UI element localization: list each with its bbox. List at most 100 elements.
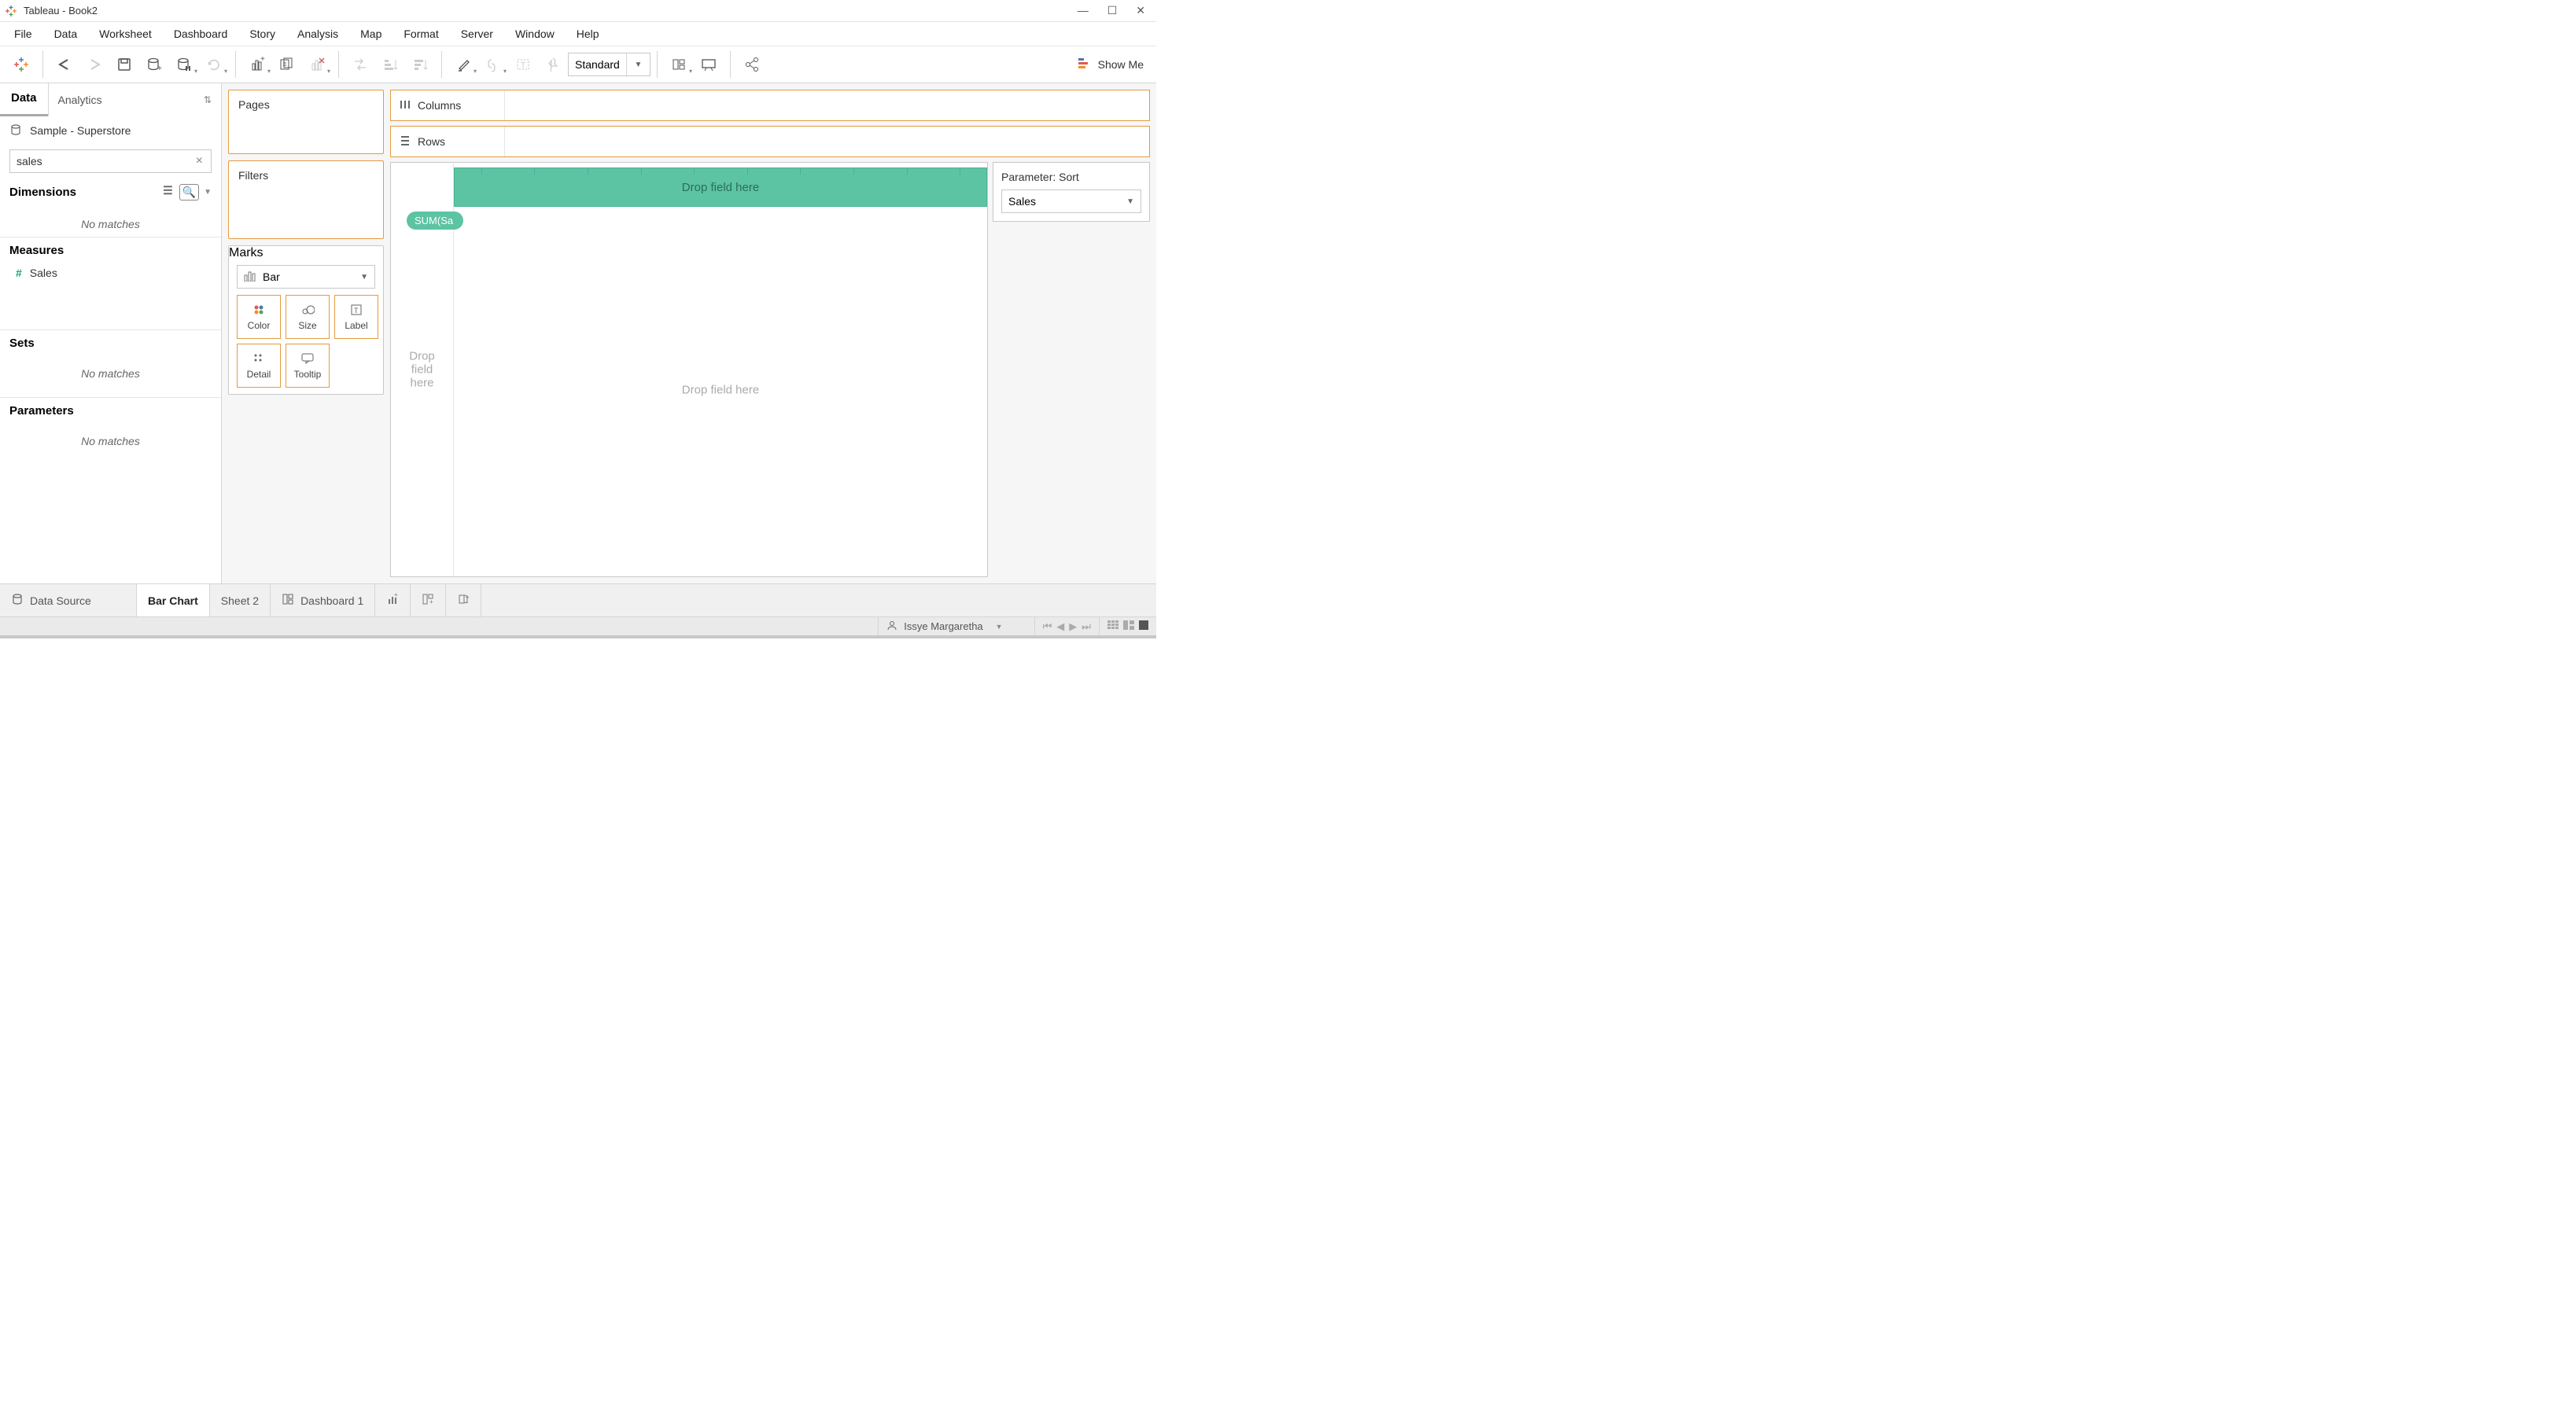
bar-chart-icon	[244, 270, 256, 284]
parameters-empty: No matches	[0, 424, 221, 454]
marks-tooltip[interactable]: Tooltip	[286, 344, 330, 388]
save-button[interactable]	[109, 50, 139, 79]
svg-text:+: +	[394, 593, 398, 598]
user-icon	[886, 620, 897, 633]
sheet-tab-bar-chart[interactable]: Bar Chart	[137, 584, 210, 616]
sort-asc-button[interactable]	[375, 50, 405, 79]
user-menu[interactable]: Issye Margaretha ▼	[878, 617, 1034, 635]
grid-film-icon[interactable]	[1123, 620, 1134, 632]
number-icon: #	[16, 267, 22, 279]
pin-button[interactable]	[538, 50, 568, 79]
menu-help[interactable]: Help	[566, 24, 610, 43]
svg-text:+: +	[466, 594, 470, 601]
menu-analysis[interactable]: Analysis	[286, 24, 349, 43]
view-canvas[interactable]: Drop field here Drop field here SUM(Sa D…	[390, 162, 988, 577]
cards-button[interactable]: ▾	[664, 50, 694, 79]
search-input[interactable]	[17, 155, 194, 167]
grid-full-icon[interactable]	[1139, 620, 1148, 632]
tableau-logo-icon	[5, 5, 17, 17]
swap-button[interactable]	[345, 50, 375, 79]
menu-window[interactable]: Window	[504, 24, 566, 43]
menu-worksheet[interactable]: Worksheet	[88, 24, 163, 43]
tab-data[interactable]: Data	[0, 83, 48, 116]
field-sales[interactable]: # Sales	[0, 263, 221, 282]
measures-header: Measures	[0, 237, 221, 263]
refresh-button[interactable]: ▾	[199, 50, 229, 79]
new-dashboard-tab[interactable]: +	[411, 584, 446, 616]
find-icon[interactable]: 🔍	[179, 184, 199, 201]
share-button[interactable]	[737, 50, 767, 79]
nav-last-icon[interactable]: ⏭	[1082, 620, 1091, 633]
sets-empty: No matches	[0, 356, 221, 386]
new-worksheet-tab[interactable]: +	[375, 584, 411, 616]
mark-type-selector[interactable]: Bar ▼	[237, 265, 375, 289]
data-source-tab[interactable]: Data Source	[0, 584, 137, 616]
dimensions-menu-caret[interactable]: ▼	[199, 188, 212, 197]
column-drop-header[interactable]: Drop field here	[454, 167, 987, 207]
nav-next-icon[interactable]: ▶	[1069, 620, 1077, 633]
menu-story[interactable]: Story	[238, 24, 286, 43]
database-icon	[9, 123, 22, 138]
new-story-tab[interactable]: +	[446, 584, 481, 616]
center-drop-placeholder: Drop field here	[682, 384, 759, 397]
marks-detail[interactable]: Detail	[237, 344, 281, 388]
rows-icon	[399, 134, 411, 149]
row-drop-placeholder: Drop field here	[409, 350, 435, 390]
menu-data[interactable]: Data	[43, 24, 89, 43]
clear-button[interactable]: ▾	[302, 50, 332, 79]
presentation-button[interactable]	[694, 50, 724, 79]
tableau-home-icon[interactable]	[6, 50, 36, 79]
duplicate-button[interactable]	[272, 50, 302, 79]
parameters-header: Parameters	[0, 397, 221, 424]
show-me-button[interactable]: Show Me	[1071, 57, 1150, 72]
nav-first-icon[interactable]: ⏮	[1043, 620, 1052, 633]
svg-text:+: +	[260, 56, 265, 64]
dragging-pill[interactable]: SUM(Sa	[407, 212, 463, 230]
view-list-icon[interactable]: ☰	[163, 184, 173, 201]
close-button[interactable]: ✕	[1136, 4, 1145, 17]
sheet-tab-sheet2[interactable]: Sheet 2	[210, 584, 271, 616]
tab-analytics[interactable]: Analytics⇅	[48, 83, 221, 116]
new-datasource-button[interactable]: +	[139, 50, 169, 79]
menu-server[interactable]: Server	[450, 24, 504, 43]
columns-icon	[399, 98, 411, 113]
menu-map[interactable]: Map	[349, 24, 392, 43]
nav-prev-icon[interactable]: ◀	[1056, 620, 1064, 633]
parameter-selector[interactable]: Sales▼	[1001, 189, 1141, 213]
filters-shelf[interactable]: Filters	[228, 160, 384, 239]
maximize-button[interactable]: ☐	[1107, 4, 1118, 17]
marks-label[interactable]: TLabel	[334, 295, 378, 339]
dimensions-empty: No matches	[0, 207, 221, 237]
group-button[interactable]: ▾	[478, 50, 508, 79]
showme-icon	[1078, 57, 1092, 72]
sets-header: Sets	[0, 329, 221, 356]
database-icon	[11, 593, 24, 608]
fit-selector[interactable]: Standard▼	[568, 53, 650, 76]
dimensions-header: Dimensions ☰ 🔍 ▼	[0, 178, 221, 207]
minimize-button[interactable]: —	[1078, 4, 1089, 17]
menu-file[interactable]: File	[3, 24, 43, 43]
datasource-item[interactable]: Sample - Superstore	[0, 116, 221, 145]
marks-size[interactable]: Size	[286, 295, 330, 339]
highlight-button[interactable]: ▾	[448, 50, 478, 79]
menubar: File Data Worksheet Dashboard Story Anal…	[0, 22, 1156, 46]
marks-color[interactable]: Color	[237, 295, 281, 339]
sort-desc-button[interactable]	[405, 50, 435, 79]
columns-shelf[interactable]: Columns	[390, 90, 1150, 121]
rows-shelf[interactable]: Rows	[390, 126, 1150, 157]
pages-shelf[interactable]: Pages	[228, 90, 384, 154]
new-worksheet-button[interactable]: +▾	[242, 50, 272, 79]
redo-button[interactable]	[79, 50, 109, 79]
menu-format[interactable]: Format	[392, 24, 449, 43]
pause-updates-button[interactable]: ▾	[169, 50, 199, 79]
marks-card: Marks Bar ▼ Color Size TLabel Detail Too…	[228, 245, 384, 395]
undo-button[interactable]	[50, 50, 79, 79]
parameter-panel: Parameter: Sort Sales▼	[993, 162, 1150, 222]
menu-dashboard[interactable]: Dashboard	[163, 24, 239, 43]
sheet-tab-dashboard1[interactable]: Dashboard 1	[271, 584, 375, 616]
clear-search-button[interactable]: ×	[194, 154, 205, 168]
parameter-label: Parameter: Sort	[1001, 171, 1141, 183]
label-button[interactable]: T	[508, 50, 538, 79]
svg-text:+: +	[157, 64, 162, 73]
grid-small-icon[interactable]	[1107, 620, 1118, 632]
